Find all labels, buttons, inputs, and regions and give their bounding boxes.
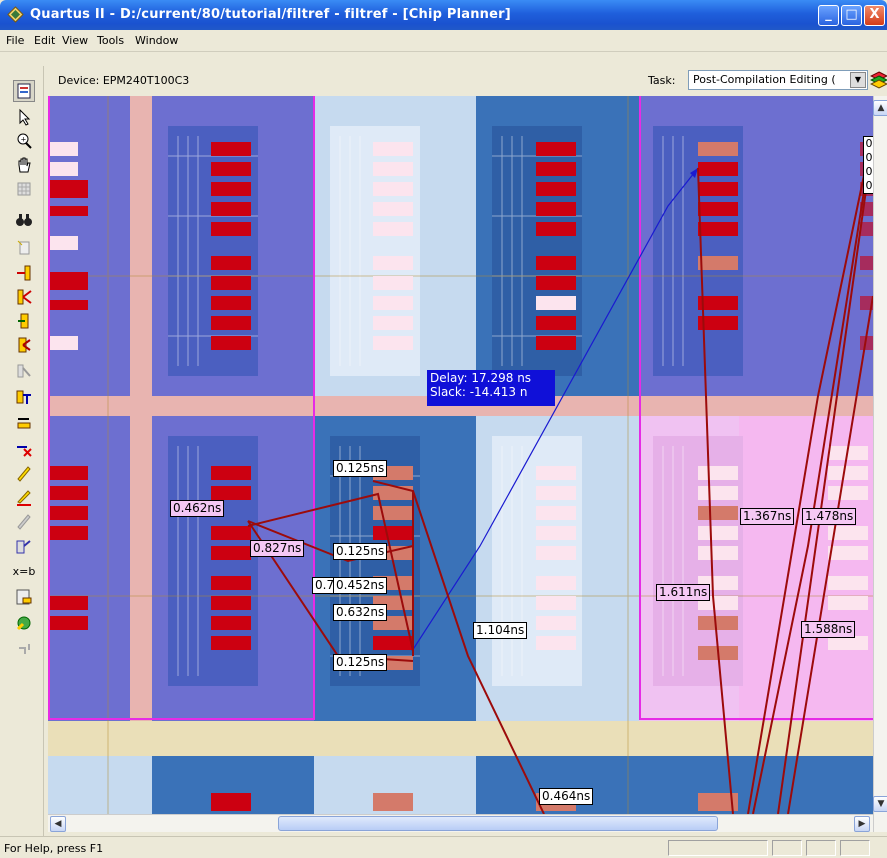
delay-label: 0.125ns [333,460,388,477]
maximize-button[interactable]: □ [841,5,862,26]
menu-view[interactable]: View [62,34,88,47]
pointer-icon[interactable] [13,106,35,128]
disabled-highlight-icon [13,510,35,532]
title-bar: Quartus II - D:/current/80/tutorial/filt… [0,0,887,30]
scroll-down-icon[interactable]: ▼ [873,796,887,812]
scroll-right-icon[interactable]: ▶ [854,816,870,832]
status-panel [772,840,802,856]
binoculars-icon[interactable] [13,208,35,230]
delay-label: 0.452ns [333,577,388,594]
menu-file[interactable]: File [6,34,24,47]
fan-out-icon[interactable] [13,286,35,308]
edge-label: 0 [865,179,873,192]
resource-property-icon[interactable] [13,536,35,558]
task-dropdown[interactable]: Post-Compilation Editing ( ▼ [688,70,868,90]
vertical-scrollbar[interactable]: ▲ ▼ [873,96,887,832]
device-bar: Device: EPM240T100C3 Task: Post-Compilat… [44,66,887,94]
svg-text:+: + [21,136,27,144]
status-panel [806,840,836,856]
clear-connections-icon[interactable] [13,438,35,460]
delays-icon[interactable] [13,386,35,408]
hand-icon[interactable] [13,154,35,176]
edge-label-stack: 0 0 0 0 [863,136,873,194]
report-icon[interactable] [13,80,35,102]
scroll-up-icon[interactable]: ▲ [873,100,887,116]
status-panel [840,840,870,856]
minimize-button[interactable]: _ [818,5,839,26]
status-panel [668,840,768,856]
highlight-routing-icon[interactable] [13,462,35,484]
run-icon[interactable] [13,612,35,634]
delay-label: 0.632ns [333,604,388,621]
status-bar: For Help, press F1 [0,836,887,858]
delay-label: 1.588ns [801,621,856,638]
chevron-down-icon[interactable]: ▼ [850,72,866,88]
path-icon[interactable] [13,360,35,382]
menu-window[interactable]: Window [135,34,178,47]
delay-label: 0.125ns [333,654,388,671]
bookmark-icon[interactable] [13,236,35,258]
chip-planner-canvas[interactable]: Delay: 17.298 ns Slack: -14.413 n 0.125n… [48,96,873,814]
quartus-app-icon[interactable] [7,6,24,23]
delay-label: 1.367ns [740,508,795,525]
scroll-left-icon[interactable]: ◀ [50,816,66,832]
delay-tooltip: Delay: 17.298 ns Slack: -14.413 n [427,370,555,406]
editor-icon[interactable] [13,586,35,608]
fan-in-icon[interactable] [13,262,35,284]
critical-path-icon[interactable] [13,412,35,434]
immediate-fan-in-icon[interactable] [13,310,35,332]
delay-label: 1.478ns [802,508,857,525]
delay-label: 0.464ns [539,788,594,805]
immediate-fan-out-icon[interactable] [13,334,35,356]
status-text: For Help, press F1 [4,842,104,855]
slack-value: Slack: -14.413 n [430,385,528,399]
edge-label: 0 [865,165,873,178]
menu-tools[interactable]: Tools [97,34,124,47]
menu-bar: File Edit View Tools Window [0,30,887,52]
tools-toolbar: + x=b [0,66,44,836]
edge-label: 0 [865,137,873,150]
menu-edit[interactable]: Edit [34,34,55,47]
delay-label: 1.611ns [656,584,711,601]
zoom-icon[interactable]: + [13,130,35,152]
task-value: Post-Compilation Editing ( [693,73,836,86]
horizontal-scroll-thumb[interactable] [278,816,718,831]
delay-value: Delay: 17.298 ns [430,371,532,385]
highlight-clear-icon[interactable] [13,486,35,508]
equation-icon[interactable]: x=b [13,560,36,582]
delay-label: 0.462ns [170,500,225,517]
delay-label: 0.827ns [250,540,305,557]
device-label: Device: EPM240T100C3 [58,74,190,87]
horizontal-scrollbar[interactable]: ◀ ▶ [48,814,873,832]
edge-label: 0 [865,151,873,164]
grid-icon[interactable] [13,178,35,200]
window-title: Quartus II - D:/current/80/tutorial/filt… [30,7,511,22]
undo-icon [13,638,35,660]
delay-label: 1.104ns [473,622,528,639]
layers-icon[interactable] [870,70,887,90]
close-button[interactable]: X [864,5,885,26]
delay-label: 0.125ns [333,543,388,560]
task-label: Task: [648,74,676,87]
